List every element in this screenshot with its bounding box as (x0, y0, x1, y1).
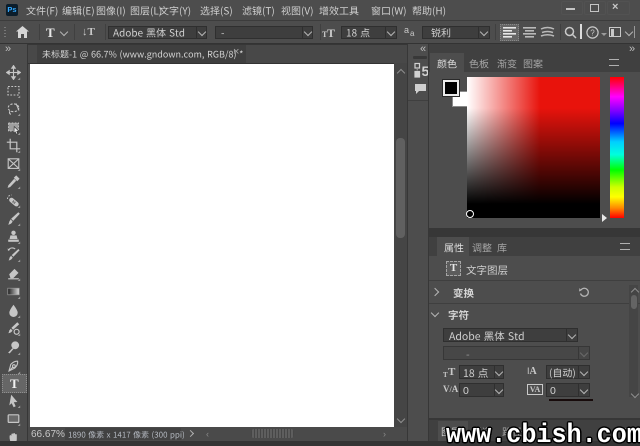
svg-text:?: ? (590, 28, 595, 37)
svg-text:5: 5 (422, 63, 429, 79)
